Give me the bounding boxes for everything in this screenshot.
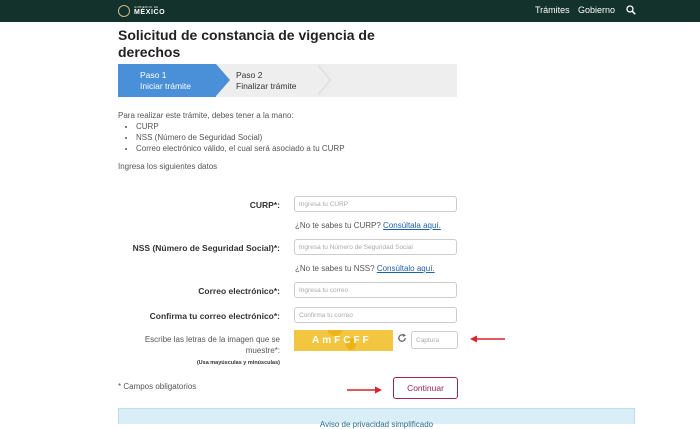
continue-button[interactable]: Continuar bbox=[393, 377, 458, 399]
refresh-icon[interactable] bbox=[397, 333, 407, 343]
curp-help: ¿No te sabes tu CURP? Consúltala aquí. bbox=[295, 221, 441, 230]
captcha-label-text: Escribe las letras de la imagen que se m… bbox=[144, 335, 280, 355]
nss-help-text: ¿No te sabes tu NSS? bbox=[295, 264, 377, 273]
curp-help-link[interactable]: Consúltala aquí. bbox=[383, 221, 441, 230]
coat-of-arms-icon bbox=[118, 5, 130, 17]
captcha-label: Escribe las letras de la imagen que se m… bbox=[118, 334, 280, 369]
logo-big-text: MÉXICO bbox=[134, 9, 166, 16]
annotation-arrow-right-icon bbox=[347, 386, 382, 394]
nss-help-link[interactable]: Consúltalo aquí. bbox=[377, 264, 435, 273]
nss-label: NSS (Número de Seguridad Social)*: bbox=[132, 243, 280, 253]
requirement-item: NSS (Número de Seguridad Social) bbox=[136, 132, 345, 143]
email-label: Correo electrónico*: bbox=[198, 286, 280, 296]
captcha-input[interactable] bbox=[411, 331, 458, 349]
privacy-notice-title[interactable]: Aviso de privacidad simplificado bbox=[119, 420, 634, 429]
search-icon[interactable] bbox=[626, 5, 636, 15]
top-navbar: GOBIERNO DE MÉXICO Trámites Gobierno bbox=[0, 0, 700, 22]
annotation-arrow-left-icon bbox=[470, 335, 505, 343]
step-1-number: Paso 1 bbox=[140, 70, 167, 80]
captcha-label-sub: (Usa mayúsculas y minúsculas) bbox=[196, 360, 280, 366]
curp-help-text: ¿No te sabes tu CURP? bbox=[295, 221, 384, 230]
requirement-item: CURP bbox=[136, 121, 345, 132]
gobierno-mexico-logo[interactable]: GOBIERNO DE MÉXICO bbox=[118, 3, 165, 19]
email-confirm-label: Confirma tu correo electrónico*: bbox=[149, 311, 280, 321]
captcha-image-text: AmFCFF bbox=[312, 335, 372, 346]
nss-help: ¿No te sabes tu NSS? Consúltalo aquí. bbox=[295, 264, 435, 273]
captcha-image: AmFCFF bbox=[294, 330, 393, 351]
intro-text: Para realizar este trámite, debes tener … bbox=[118, 111, 294, 120]
requirements-list: CURP NSS (Número de Seguridad Social) Co… bbox=[124, 121, 345, 154]
nav-tramites[interactable]: Trámites bbox=[535, 5, 570, 15]
nav-gobierno[interactable]: Gobierno bbox=[578, 5, 615, 15]
curp-input[interactable] bbox=[294, 196, 457, 212]
requirement-item: Correo electrónico válido, el cual será … bbox=[136, 143, 345, 154]
email-input[interactable] bbox=[294, 282, 457, 298]
progress-steps: Paso 1 Iniciar trámite Paso 2 Finalizar … bbox=[118, 63, 457, 97]
page-title: Solicitud de constancia de vigencia de d… bbox=[118, 27, 375, 60]
curp-label: CURP*: bbox=[249, 200, 280, 210]
step-2-number: Paso 2 bbox=[236, 70, 263, 80]
step-2-label: Finalizar trámite bbox=[236, 81, 297, 91]
step-separator-icon bbox=[316, 63, 332, 96]
step-1-label: Iniciar trámite bbox=[140, 81, 192, 91]
form-prompt: Ingresa los siguientes datos bbox=[118, 162, 218, 171]
nss-input[interactable] bbox=[294, 239, 457, 255]
email-confirm-input[interactable] bbox=[294, 307, 457, 323]
required-fields-note: * Campos obligatorios bbox=[118, 382, 197, 391]
privacy-notice-panel: Aviso de privacidad simplificado bbox=[118, 408, 635, 429]
